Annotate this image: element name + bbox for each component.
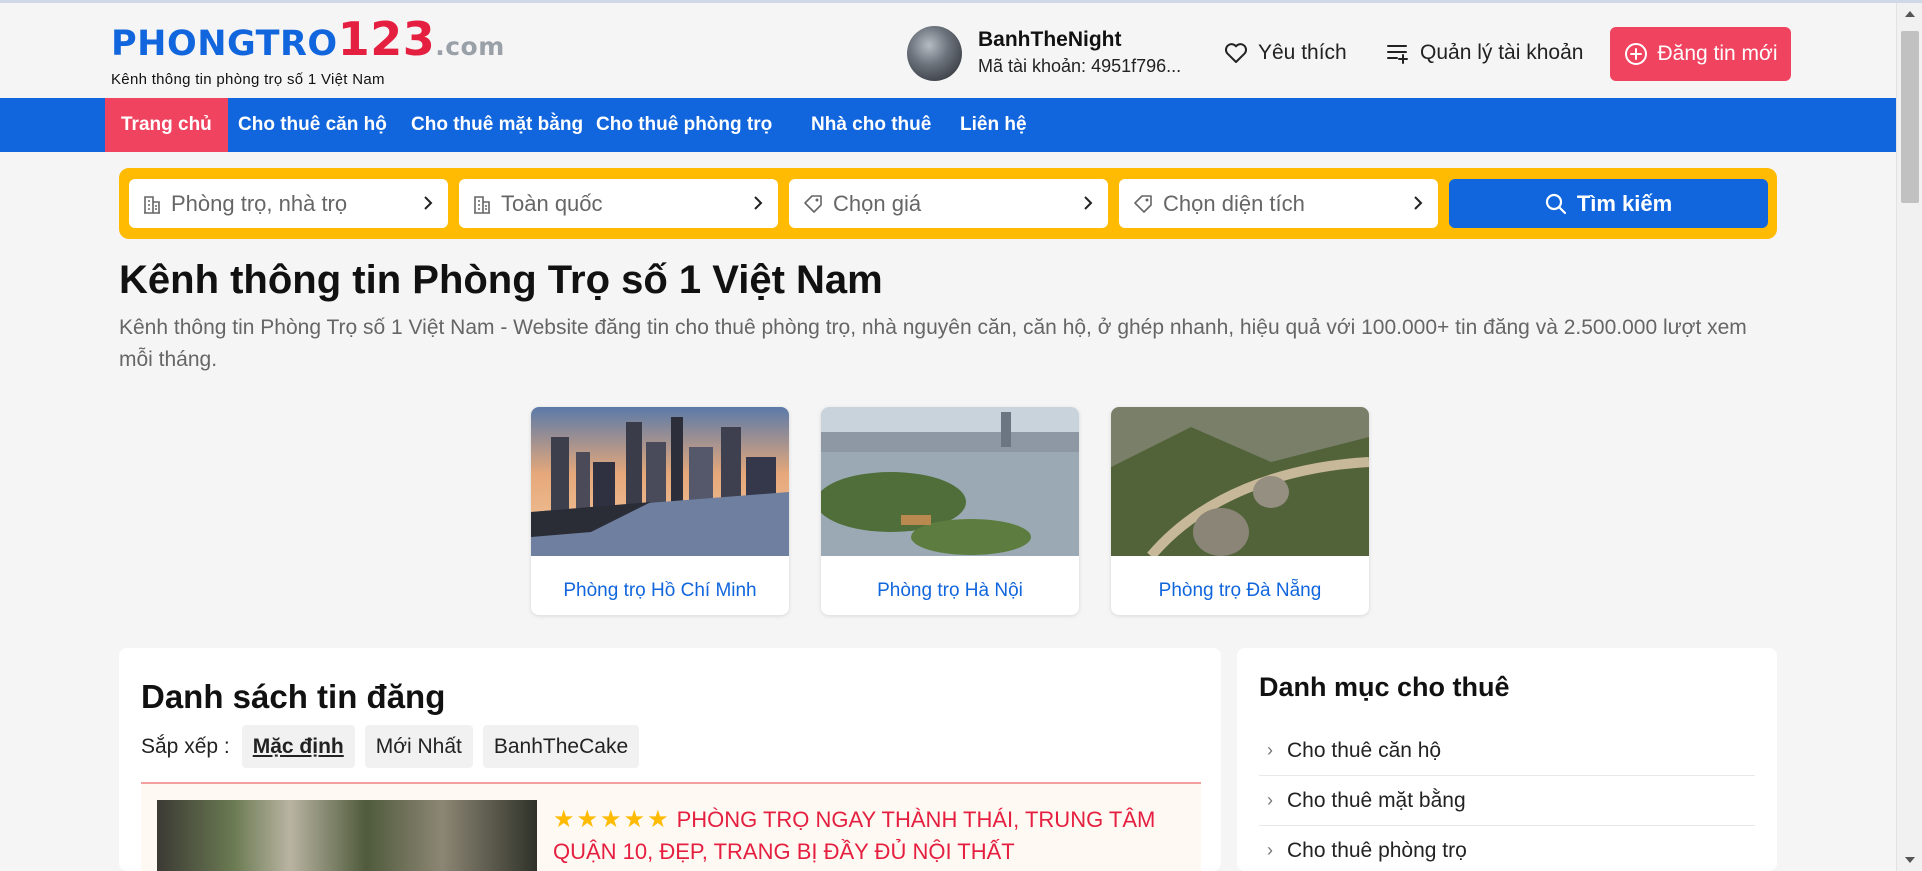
search-location-label: Toàn quốc — [501, 190, 603, 216]
tag-icon — [804, 194, 822, 213]
city-photo-hcm — [531, 407, 789, 556]
category-item-label: Cho thuê mặt bằng — [1287, 788, 1466, 812]
sort-option-banhthecake[interactable]: BanhTheCake — [482, 725, 640, 768]
building-icon — [474, 195, 490, 214]
nav-item-houses[interactable]: Nhà cho thuê — [795, 98, 947, 152]
tag-icon — [1134, 194, 1152, 213]
user-account-id: Mã tài khoản: 4951f796... — [978, 56, 1182, 76]
chevron-right-icon: › — [1267, 840, 1273, 860]
account-management-label: Quản lý tài khoản — [1420, 41, 1584, 64]
search-icon — [1545, 193, 1566, 214]
nav-item-rooms[interactable]: Cho thuê phòng trọ — [580, 98, 788, 152]
search-button[interactable]: Tìm kiếm — [1449, 179, 1768, 228]
logo-wordmark: PHONGTRO123.com — [111, 16, 505, 67]
nav-item-apartment[interactable]: Cho thuê căn hộ — [222, 98, 403, 152]
search-area-select[interactable]: Chọn diện tích — [1119, 179, 1438, 228]
sort-bar: Sắp xếp : Mặc định Mới Nhất BanhTheCake — [141, 725, 649, 768]
city-card-hanoi[interactable]: Phòng trọ Hà Nội — [821, 407, 1079, 615]
category-sidebar: Danh mục cho thuê › Cho thuê căn hộ › Ch… — [1237, 648, 1777, 871]
page-title: Kênh thông tin Phòng Trọ số 1 Việt Nam — [119, 258, 883, 302]
logo-domain: .com — [435, 32, 505, 61]
chevron-right-icon — [1082, 191, 1094, 217]
scroll-down-arrow-icon[interactable] — [1905, 857, 1915, 863]
nav-item-contact[interactable]: Liên hệ — [944, 98, 1043, 152]
nav-item-home[interactable]: Trang chủ — [105, 98, 228, 152]
category-item-premises[interactable]: › Cho thuê mặt bằng — [1259, 776, 1755, 826]
chevron-right-icon: › — [1267, 790, 1273, 810]
logo-tagline: Kênh thông tin phòng trọ số 1 Việt Nam — [111, 71, 385, 88]
user-info[interactable]: BanhTheNight Mã tài khoản: 4951f796... — [907, 25, 1181, 81]
search-price-select[interactable]: Chọn giá — [789, 179, 1108, 228]
search-bar: Phòng trọ, nhà trọ Toàn quốc Chọn giá Ch… — [119, 168, 1777, 239]
listing-photo[interactable] — [157, 800, 537, 871]
category-title: Danh mục cho thuê — [1259, 672, 1510, 702]
logo-number: 123 — [337, 12, 436, 66]
listing-panel: Danh sách tin đăng Sắp xếp : Mặc định Mớ… — [119, 648, 1221, 871]
building-icon — [144, 195, 160, 214]
scroll-up-arrow-icon[interactable] — [1905, 11, 1915, 17]
listing-title: Danh sách tin đăng — [141, 678, 446, 715]
star-rating-icon: ★★★★★ — [553, 806, 671, 833]
logo-brand: PHONGTRO — [111, 24, 338, 64]
chevron-right-icon — [422, 191, 434, 217]
sort-option-default[interactable]: Mặc định — [241, 725, 355, 768]
city-card-hcm[interactable]: Phòng trọ Hồ Chí Minh — [531, 407, 789, 615]
site-logo[interactable]: PHONGTRO123.com Kênh thông tin phòng trọ… — [111, 16, 505, 88]
favorites-label: Yêu thích — [1258, 41, 1347, 64]
post-new-button[interactable]: Đăng tin mới — [1610, 27, 1791, 81]
page-description: Kênh thông tin Phòng Trọ số 1 Việt Nam -… — [119, 316, 1747, 371]
post-new-label: Đăng tin mới — [1657, 42, 1778, 65]
listing-title-link[interactable]: ★★★★★ PHÒNG TRỌ NGAY THÀNH THÁI, TRUNG TÂ… — [553, 804, 1173, 868]
search-type-select[interactable]: Phòng trọ, nhà trọ — [129, 179, 448, 228]
search-area-label: Chọn diện tích — [1163, 190, 1305, 216]
search-button-label: Tìm kiếm — [1576, 190, 1673, 216]
nav-item-premises[interactable]: Cho thuê mặt bằng — [395, 98, 599, 152]
site-header: PHONGTRO123.com Kênh thông tin phòng trọ… — [0, 3, 1896, 98]
city-card-danang[interactable]: Phòng trọ Đà Nẵng — [1111, 407, 1369, 615]
category-item-apartment[interactable]: › Cho thuê căn hộ — [1259, 726, 1755, 776]
favorites-link[interactable]: Yêu thích — [1224, 41, 1347, 65]
search-type-label: Phòng trọ, nhà trọ — [171, 190, 348, 216]
chevron-right-icon — [1412, 191, 1424, 217]
user-name: BanhTheNight — [978, 28, 1122, 51]
search-price-label: Chọn giá — [833, 190, 922, 216]
list-item[interactable]: ★★★★★ PHÒNG TRỌ NGAY THÀNH THÁI, TRUNG TÂ… — [141, 784, 1201, 871]
chevron-right-icon: › — [1267, 740, 1273, 760]
city-label-hanoi: Phòng trọ Hà Nội — [877, 580, 1023, 601]
category-item-rooms[interactable]: › Cho thuê phòng trọ — [1259, 826, 1755, 871]
category-item-label: Cho thuê căn hộ — [1287, 738, 1442, 762]
category-item-label: Cho thuê phòng trọ — [1287, 838, 1467, 862]
page-scrollbar[interactable] — [1896, 3, 1922, 871]
sort-option-newest[interactable]: Mới Nhất — [364, 725, 473, 768]
city-label-hcm: Phòng trọ Hồ Chí Minh — [563, 580, 757, 601]
main-nav: Trang chủ Cho thuê căn hộ Cho thuê mặt b… — [0, 98, 1896, 152]
account-management-link[interactable]: Quản lý tài khoản — [1386, 41, 1583, 65]
chevron-right-icon — [752, 191, 764, 217]
scrollbar-thumb[interactable] — [1901, 31, 1919, 203]
city-photo-danang — [1111, 407, 1369, 560]
avatar[interactable] — [907, 25, 962, 81]
city-label-danang: Phòng trọ Đà Nẵng — [1158, 580, 1322, 601]
plus-circle-icon — [1624, 43, 1647, 65]
sort-label: Sắp xếp : — [141, 734, 230, 758]
city-photo-hanoi — [821, 407, 1079, 556]
list-icon — [1387, 45, 1408, 64]
heart-icon — [1224, 43, 1248, 63]
search-location-select[interactable]: Toàn quốc — [459, 179, 778, 228]
